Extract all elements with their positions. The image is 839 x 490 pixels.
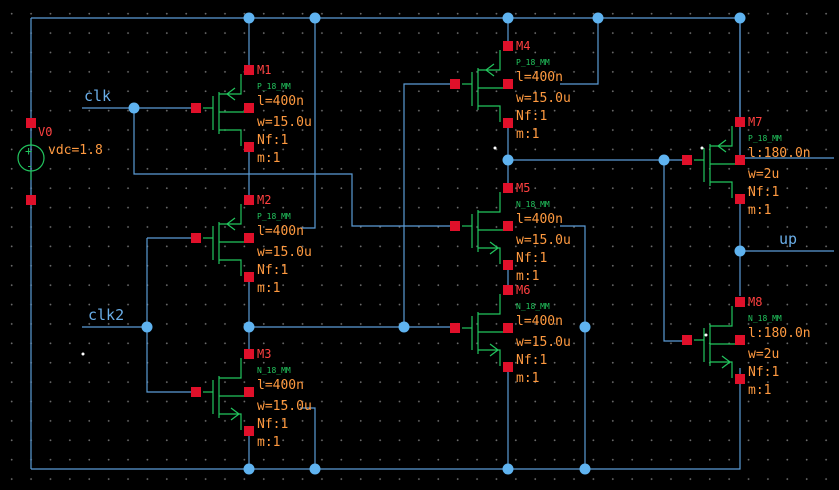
transistor-m4[interactable]: M4 P_18_MM l=400n w=15.0u Nf:1 m:1 [450, 39, 571, 142]
junction-dot [141, 321, 153, 333]
device-name: M4 [516, 39, 530, 53]
svg-text:-: - [26, 159, 33, 173]
wire-m4-bulk [560, 18, 599, 85]
junction-dot [243, 12, 255, 24]
device-nf: Nf:1 [516, 251, 547, 266]
wire-vdd-rail [31, 17, 834, 159]
device-length: l=400n [516, 70, 563, 85]
device-nf: Nf:1 [257, 417, 288, 432]
device-width: w=15.0u [516, 91, 571, 106]
device-m: m:1 [748, 383, 771, 398]
wire-clk2-vert [146, 238, 195, 393]
source-param: vdc=1.8 [48, 143, 103, 158]
device-length: l=400n [257, 224, 304, 239]
device-nf: Nf:1 [516, 353, 547, 368]
transistors[interactable]: M1 P_18_MM l=400n w=15.0u Nf:1 m:1 M2 P_18_MM l=… [191, 39, 811, 450]
device-model: P_18_MM [257, 82, 291, 91]
junction-dot [243, 321, 255, 333]
device-nf: Nf:1 [257, 263, 288, 278]
junction-dot [502, 463, 514, 475]
device-length: l:180.0n [748, 326, 811, 341]
transistor-m3[interactable]: M3 N_18_MM l=400n w=15.0u Nf:1 m:1 [191, 347, 312, 450]
junction-dot [734, 245, 746, 257]
wire-gnd-rail [31, 368, 741, 470]
net-label-up: up [779, 230, 797, 248]
labels: V0 vdc=1.8 clk clk2 up [38, 87, 797, 324]
device-length: l=400n [257, 378, 304, 393]
wire-bulk-m3 [300, 407, 316, 469]
junction-dot [579, 321, 591, 333]
transistor-m2[interactable]: M2 P_18_MM l=400n w=15.0u Nf:1 m:1 [191, 193, 312, 296]
device-model: N_18_MM [516, 302, 550, 311]
device-m: m:1 [257, 151, 280, 166]
schematic[interactable]: + - M1 P_18_MM l=400n w=15.0u Nf:1 m:1 M2 P_18_… [0, 0, 839, 490]
junction-dot [128, 102, 140, 114]
net-label-clk2: clk2 [88, 306, 124, 324]
junction-dots [128, 12, 746, 475]
schematic-canvas[interactable]: + - M1 P_18_MM l=400n w=15.0u Nf:1 m:1 M2 P_18_… [0, 0, 839, 490]
device-length: l=400n [516, 212, 563, 227]
transistor-m8[interactable]: M8 N_18_MM l:180.0n w=2u Nf:1 m:1 [682, 295, 811, 398]
device-width: w=15.0u [257, 115, 312, 130]
device-width: w=15.0u [257, 245, 312, 260]
junction-dot [309, 463, 321, 475]
device-m: m:1 [516, 269, 539, 284]
wire-m8-gate [663, 160, 690, 342]
device-name: M6 [516, 283, 530, 297]
device-nf: Nf:1 [748, 185, 779, 200]
device-width: w=15.0u [516, 233, 571, 248]
device-m: m:1 [516, 371, 539, 386]
device-length: l=400n [516, 314, 563, 329]
device-name: M5 [516, 181, 530, 195]
device-model: P_18_MM [516, 58, 550, 67]
device-name: M3 [257, 347, 271, 361]
wires [30, 17, 834, 470]
transistor-m6[interactable]: M6 N_18_MM l=400n w=15.0u Nf:1 m:1 [450, 283, 571, 386]
device-model: N_18_MM [516, 200, 550, 209]
junction-dot [592, 12, 604, 24]
device-name: M2 [257, 193, 271, 207]
device-length: l:180.0n [748, 146, 811, 161]
device-model: N_18_MM [257, 366, 291, 375]
junction-dot [398, 321, 410, 333]
device-width: w=2u [748, 167, 779, 182]
device-m: m:1 [257, 281, 280, 296]
device-nf: Nf:1 [516, 109, 547, 124]
transistor-m1[interactable]: M1 P_18_MM l=400n w=15.0u Nf:1 m:1 [191, 63, 312, 166]
source-name: V0 [38, 125, 52, 139]
junction-dot [243, 463, 255, 475]
device-m: m:1 [516, 127, 539, 142]
device-width: w=15.0u [257, 399, 312, 414]
device-m: m:1 [257, 435, 280, 450]
device-width: w=2u [748, 347, 779, 362]
device-name: M1 [257, 63, 271, 77]
junction-dot [502, 154, 514, 166]
device-model: P_18_MM [257, 212, 291, 221]
device-nf: Nf:1 [257, 133, 288, 148]
svg-text:+: + [25, 144, 32, 158]
device-name: M7 [748, 115, 762, 129]
markers [81, 146, 708, 356]
device-nf: Nf:1 [748, 365, 779, 380]
junction-dot [502, 12, 514, 24]
transistor-m7[interactable]: M7 P_18_MM l:180.0n w=2u Nf:1 m:1 [682, 115, 811, 218]
junction-dot [658, 154, 670, 166]
device-m: m:1 [748, 203, 771, 218]
device-width: w=15.0u [516, 335, 571, 350]
device-model: N_18_MM [748, 314, 782, 323]
junction-dot [579, 463, 591, 475]
device-name: M8 [748, 295, 762, 309]
junction-dot [309, 12, 321, 24]
transistor-m5[interactable]: M5 N_18_MM l=400n w=15.0u Nf:1 m:1 [450, 181, 571, 284]
net-label-clk: clk [84, 87, 111, 105]
device-length: l=400n [257, 94, 304, 109]
junction-dot [734, 12, 746, 24]
wire-m4-gate [403, 83, 455, 327]
device-model: P_18_MM [748, 134, 782, 143]
